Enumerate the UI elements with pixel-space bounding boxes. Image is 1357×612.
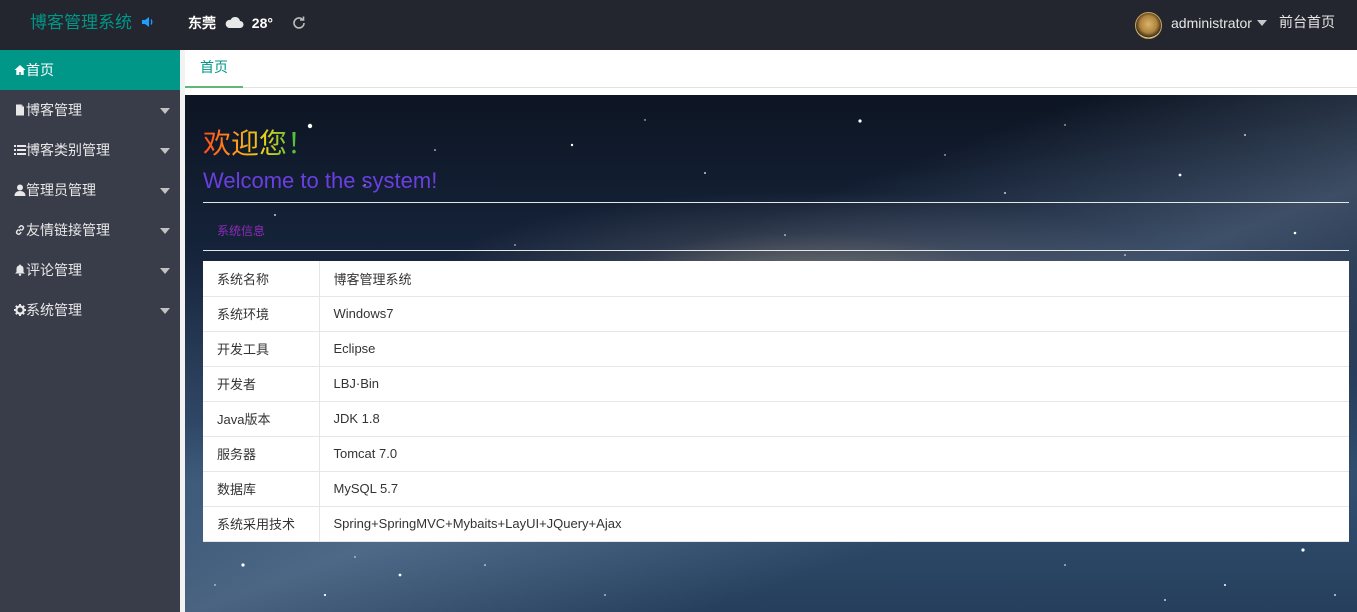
sidebar-item-label: 博客管理 [26,102,82,118]
table-row: 开发工具 Eclipse [203,331,1349,367]
file-icon [16,104,24,116]
top-header: 博客管理系统 东莞 28° administrator 前台首页 [0,0,1357,50]
sidebar-item-label: 系统管理 [26,302,82,318]
list-icon [14,144,26,155]
chevron-down-icon [160,108,170,114]
table-key: 开发者 [203,366,320,402]
table-key: Java版本 [203,401,320,437]
sidebar-item-links[interactable]: 友情链接管理 [0,210,180,250]
table-value: Spring+SpringMVC+Mybaits+LayUI+JQuery+Aj… [319,506,1349,542]
cloud-icon [225,16,244,28]
table-key: 系统环境 [203,296,320,332]
user-name: administrator [1171,15,1252,31]
table-value: Eclipse [319,331,1349,367]
table-value: 博客管理系统 [319,261,1349,297]
table-value: Windows7 [319,296,1349,332]
home-icon [14,64,26,75]
sidebar-item-comments[interactable]: 评论管理 [0,250,180,290]
sidebar-item-home[interactable]: 首页 [0,50,180,90]
welcome-panel: 欢迎您！ Welcome to the system! 系统信息 系统名称 博客管… [185,95,1357,612]
table-key: 开发工具 [203,331,320,367]
divider [203,202,1349,203]
system-info-table: 系统名称 博客管理系统 系统环境 Windows7 开发工具 Eclipse 开发者 L… [203,261,1349,542]
table-row: Java版本 JDK 1.8 [203,401,1349,437]
welcome-heading-cn: 欢迎您！ [203,122,315,162]
chevron-down-icon [160,188,170,194]
divider [203,250,1349,251]
app-logo[interactable]: 博客管理系统 [30,0,154,50]
table-key: 系统名称 [203,261,320,297]
sidebar-item-label: 评论管理 [26,262,82,278]
avatar [1135,11,1162,39]
table-value: LBJ·Bin [319,366,1349,402]
sidebar-item-label: 友情链接管理 [26,222,110,238]
chevron-down-icon [160,148,170,154]
speaker-icon [141,16,153,27]
table-row: 数据库 MySQL 5.7 [203,471,1349,507]
table-key: 服务器 [203,436,320,472]
table-key: 系统采用技术 [203,506,320,542]
table-value: JDK 1.8 [319,401,1349,437]
user-menu[interactable]: administrator [1135,0,1267,50]
sidebar-item-label: 管理员管理 [26,182,96,198]
chevron-down-icon [1256,20,1267,26]
sidebar-item-label: 首页 [26,62,54,78]
front-home-link[interactable]: 前台首页 [1279,0,1335,50]
app-title: 博客管理系统 [30,13,132,32]
sidebar-item-blog-category[interactable]: 博客类别管理 [0,130,180,170]
user-icon [14,184,26,196]
welcome-heading-en: Welcome to the system! [203,168,438,193]
chevron-down-icon [160,268,170,274]
table-row: 系统名称 博客管理系统 [203,261,1349,297]
sidebar-item-blog[interactable]: 博客管理 [0,90,180,130]
bell-icon [15,264,25,276]
weather-temperature: 28° [251,15,273,31]
link-icon [15,224,25,235]
table-value: Tomcat 7.0 [319,436,1349,472]
weather-widget: 东莞 28° [188,0,273,50]
sidebar-item-admin[interactable]: 管理员管理 [0,170,180,210]
table-row: 系统环境 Windows7 [203,296,1349,332]
section-title: 系统信息 [217,224,266,238]
sidebar-item-label: 博客类别管理 [26,142,110,158]
table-value: MySQL 5.7 [319,471,1349,507]
gear-icon [14,303,26,316]
table-row: 系统采用技术 Spring+SpringMVC+Mybaits+LayUI+JQu… [203,506,1349,542]
weather-city: 东莞 [188,15,216,31]
tab-bar: 首页 [185,50,1357,88]
table-row: 开发者 LBJ·Bin [203,366,1349,402]
table-key: 数据库 [203,471,320,507]
table-row: 服务器 Tomcat 7.0 [203,436,1349,472]
chevron-down-icon [160,308,170,314]
chevron-down-icon [160,228,170,234]
tab-home[interactable]: 首页 [185,50,243,88]
main-content: 首页 欢迎您！ Welcome to the system! 系统信息 系统名称… [180,50,1357,612]
sidebar: 首页 博客管理 博客类别管理 管理员管理 友情链接管理 评论管理 系统管理 [0,50,180,612]
sidebar-item-system[interactable]: 系统管理 [0,290,180,330]
refresh-icon[interactable] [291,15,307,31]
